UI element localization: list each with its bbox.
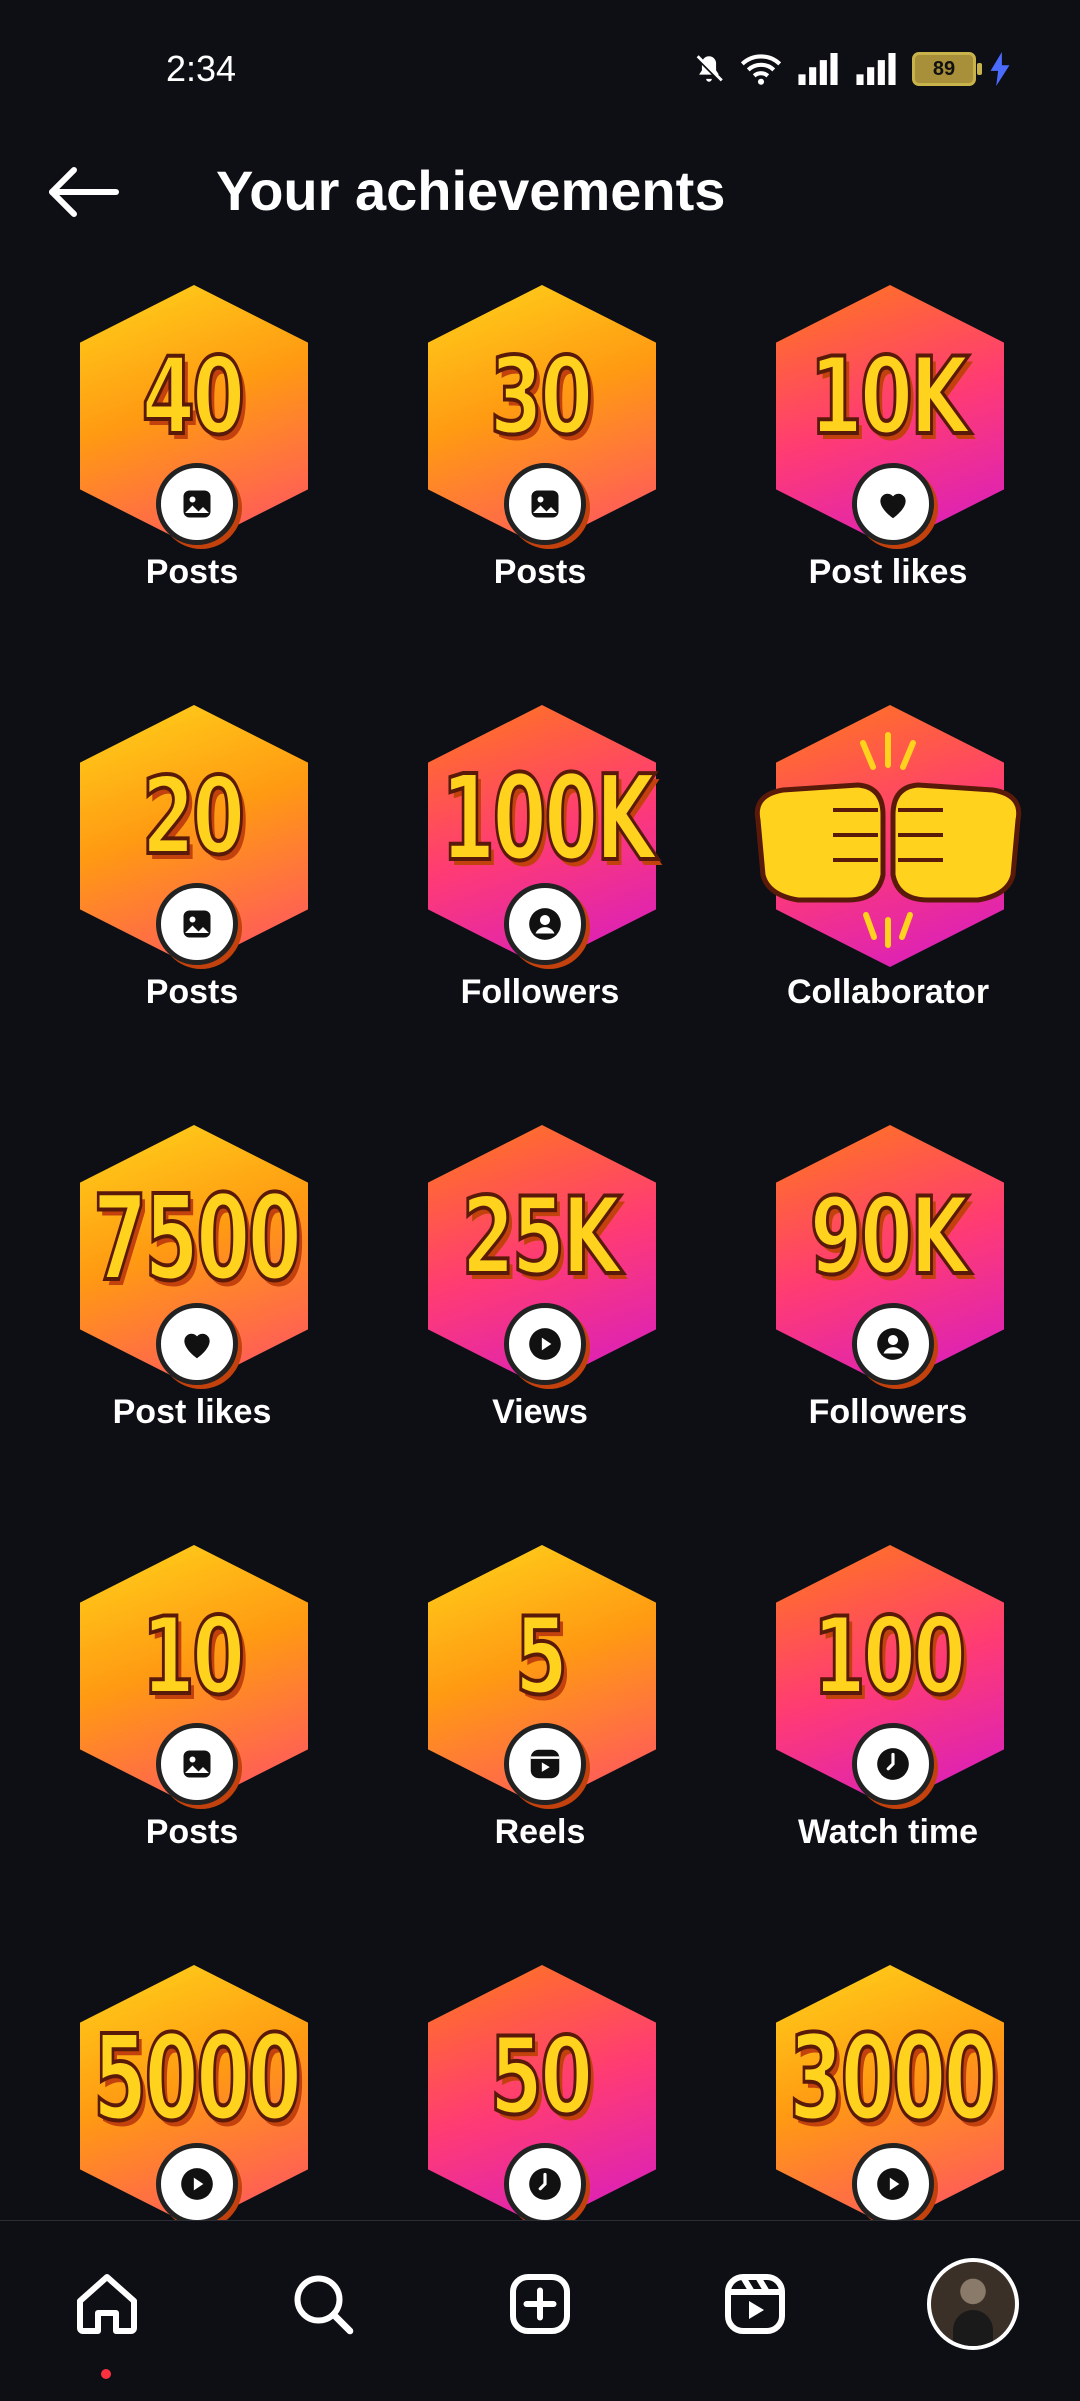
- badge-value: 90K: [808, 1173, 970, 1300]
- image-icon: [156, 1723, 238, 1805]
- clock-icon: [852, 1723, 934, 1805]
- achievement-badge[interactable]: 20 Posts: [42, 705, 342, 1045]
- achievement-badge[interactable]: 25K Views: [390, 1125, 690, 1465]
- achievement-badge[interactable]: 5000: [42, 1965, 342, 2220]
- clock-icon: [504, 2143, 586, 2220]
- badge-label: Post likes: [112, 1393, 272, 1431]
- badge-label: Watch time: [797, 1813, 979, 1851]
- badge-value: 25K: [460, 1173, 622, 1300]
- badge-value: 5000: [92, 2007, 303, 2149]
- page-title: Your achievements: [216, 159, 726, 222]
- reels-icon: [725, 2274, 785, 2334]
- bottom-navigation: [0, 2220, 1080, 2401]
- mute-icon: [694, 54, 724, 84]
- badge-value: 100K: [440, 747, 658, 889]
- notification-dot: [101, 2369, 111, 2379]
- badge-value: 3000: [788, 2007, 999, 2149]
- status-time: 2:34: [166, 48, 237, 89]
- badge-value: 5: [513, 1593, 569, 1720]
- home-icon: [77, 2274, 137, 2334]
- achievement-badge[interactable]: 5 Reels: [390, 1545, 690, 1885]
- badge-label: Posts: [145, 553, 239, 591]
- badge-value: 7500: [92, 1167, 303, 1309]
- status-icons: 89: [692, 52, 1010, 86]
- person-icon: [504, 883, 586, 965]
- badge-label: Views: [492, 1393, 588, 1431]
- charging-icon: [990, 52, 1010, 86]
- achievement-badge[interactable]: 30 Posts: [390, 285, 690, 625]
- signal-icon-2: [856, 53, 896, 85]
- search-icon: [294, 2275, 354, 2335]
- heart-icon: [852, 463, 934, 545]
- badge-value: 40: [140, 333, 246, 460]
- header: Your achievements: [0, 140, 1080, 240]
- achievement-badge[interactable]: 100 Watch time: [738, 1545, 1038, 1885]
- badge-label: Followers: [808, 1393, 968, 1431]
- nav-reels[interactable]: [700, 2249, 810, 2359]
- heart-icon: [156, 1303, 238, 1385]
- achievement-badge[interactable]: 3000: [738, 1965, 1038, 2220]
- achievement-badge[interactable]: 10 Posts: [42, 1545, 342, 1885]
- badge-label: Posts: [493, 553, 587, 591]
- badge-label: Posts: [145, 1813, 239, 1851]
- play-icon: [852, 2143, 934, 2220]
- nav-search[interactable]: [268, 2249, 378, 2359]
- back-arrow-icon: [49, 167, 119, 217]
- wifi-icon: [740, 54, 782, 85]
- badge-label: Post likes: [808, 553, 968, 591]
- back-button[interactable]: [44, 162, 124, 222]
- badge-label: Collaborator: [786, 973, 990, 1011]
- play-icon: [156, 2143, 238, 2220]
- nav-create[interactable]: [485, 2249, 595, 2359]
- badge-label: Followers: [460, 973, 620, 1011]
- nav-profile[interactable]: [918, 2249, 1028, 2359]
- battery-indicator: 89: [912, 52, 982, 86]
- badge-label: Posts: [145, 973, 239, 1011]
- reels-icon: [504, 1723, 586, 1805]
- image-icon: [156, 883, 238, 965]
- image-icon: [156, 463, 238, 545]
- achievement-badge[interactable]: 50: [390, 1965, 690, 2220]
- image-icon: [504, 463, 586, 545]
- badge-value: 50: [488, 2013, 594, 2140]
- badge-value: 20: [140, 753, 246, 880]
- achievement-badge[interactable]: 7500 Post likes: [42, 1125, 342, 1465]
- achievement-badge[interactable]: 100K Followers: [390, 705, 690, 1045]
- status-bar: 2:34 89: [0, 0, 1080, 130]
- signal-icon: [798, 53, 838, 85]
- badge-label: Reels: [494, 1813, 586, 1851]
- person-icon: [852, 1303, 934, 1385]
- achievements-grid: 40 Posts 30 Posts 10K Post likes 20 Post…: [0, 285, 1080, 2220]
- achievement-badge[interactable]: 90K Followers: [738, 1125, 1038, 1465]
- create-icon: [510, 2274, 570, 2334]
- profile-avatar: [927, 2258, 1019, 2350]
- achievement-badge[interactable]: 40 Posts: [42, 285, 342, 625]
- badge-value: 100: [811, 1593, 967, 1720]
- fist-bump-icon: [754, 732, 1022, 948]
- achievement-badge[interactable]: 10K Post likes: [738, 285, 1038, 625]
- achievement-badge[interactable]: Collaborator: [738, 705, 1038, 1045]
- play-icon: [504, 1303, 586, 1385]
- nav-home[interactable]: [52, 2249, 162, 2359]
- badge-value: 10: [140, 1593, 246, 1720]
- badge-value: 30: [488, 333, 594, 460]
- badge-value: 10K: [808, 333, 970, 460]
